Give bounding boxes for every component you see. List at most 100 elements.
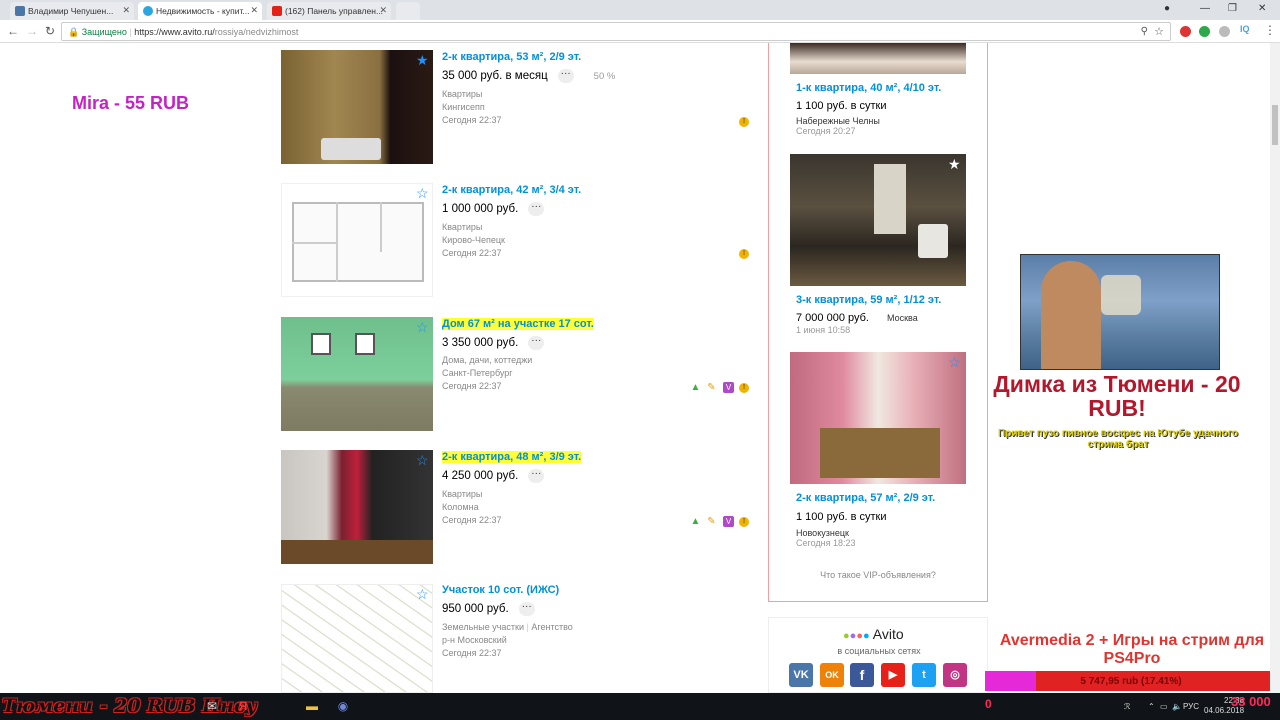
network-icon[interactable]: ▭ [1160,702,1168,711]
file-explorer-icon[interactable]: ▬ [305,699,319,713]
forward-icon[interactable]: → [26,24,38,38]
mail-icon[interactable]: ✉ [205,699,219,713]
youtube-icon[interactable]: ▶ [881,663,905,687]
vip-date: Сегодня 18:23 [796,538,856,548]
instagram-icon[interactable]: ◎ [943,663,967,687]
scrollbar-thumb[interactable] [1272,105,1278,145]
viewer-counter: 0 [985,697,992,711]
vip-photo[interactable] [790,43,966,74]
favorite-star-icon[interactable]: ☆ [416,453,430,467]
listing-agency: Агентство [531,622,573,632]
listing-price: 4 250 000 руб. ··· [442,469,545,483]
back-icon[interactable]: ← [7,24,19,38]
close-tab-icon[interactable]: ✕ [122,5,130,16]
language-indicator[interactable]: РУС [1183,702,1199,711]
close-tab-icon[interactable]: ✕ [250,5,258,16]
more-options-button[interactable]: ··· [528,202,545,216]
tab-label: Владимир Чепушен... [28,6,114,16]
volume-icon[interactable]: 🔈 [1172,702,1182,711]
secure-label: Защищено [81,27,127,37]
more-options-button[interactable]: ··· [557,69,574,83]
donation-overlay: Mira - 55 RUB [72,93,190,113]
close-tab-icon[interactable]: ✕ [379,5,387,16]
more-options-button[interactable]: ··· [518,602,535,616]
listing-meta: Квартиры Коломна Сегодня 22:37 [442,488,502,527]
favorite-star-icon[interactable]: ★ [948,157,962,171]
listing-date: Сегодня 22:37 [442,115,502,125]
extension-icon[interactable] [1219,26,1230,37]
what-is-vip-link[interactable]: Что такое VIP-объявления? [768,570,988,580]
donation-total: 33 000 [1231,694,1271,709]
avito-dots-icon: ●●●● [843,630,870,642]
vk-icon[interactable]: VK [789,663,813,687]
minimize-icon[interactable]: — [1200,3,1210,14]
close-window-icon[interactable]: ✕ [1258,3,1266,14]
extension-icon[interactable] [1199,26,1210,37]
goal-progress-text: 5 747,95 rub (17.41%) [1080,676,1182,687]
tray-chevron-icon[interactable]: ⌃ [1148,702,1155,711]
people-icon[interactable]: ℛ [1124,702,1130,711]
favorite-star-icon[interactable]: ☆ [416,587,430,601]
facebook-icon[interactable]: f [850,663,874,687]
ok-icon[interactable]: OK [820,663,844,687]
listing-photo[interactable] [281,317,433,431]
tab-bar: Владимир Чепушен... ✕ Недвижимость - куп… [0,0,1280,20]
listing-photo[interactable] [281,450,433,564]
favorite-star-icon[interactable]: ☆ [416,186,430,200]
listing-price: 35 000 руб. в месяц ··· 50 % [442,69,615,83]
reload-icon[interactable]: ↻ [45,24,55,38]
twitter-icon[interactable]: t [912,663,936,687]
maximize-icon[interactable]: ❐ [1228,3,1237,14]
menu-icon[interactable]: ⋮ [1264,23,1276,37]
vip-price: 7 000 000 руб. Москва [796,312,918,324]
listing-city: Санкт-Петербург [442,368,513,378]
listing-category: Квартиры [442,89,483,99]
vip-photo[interactable] [790,352,966,484]
listing-meta: Квартиры Кингисепп Сегодня 22:37 [442,88,502,127]
paid-service-icon: ! [739,383,749,393]
listing-title[interactable]: Участок 10 сот. (ИЖС) [442,584,559,596]
more-options-button[interactable]: ··· [528,336,545,350]
discord-icon[interactable]: ◉ [336,699,350,713]
tab-vk[interactable]: Владимир Чепушен... ✕ [10,2,134,20]
listing-meta: Земельные участки | Агентство р-н Москов… [442,622,573,658]
vip-photo[interactable] [790,154,966,286]
listing-photo[interactable] [281,183,433,297]
paid-service-icon: ! [739,117,749,127]
price-value: 950 000 руб. [442,603,509,616]
brand-name: Avito [872,626,904,642]
avito-logo[interactable]: ●●●● Avito [843,626,904,642]
listing-photo[interactable] [281,50,433,164]
extension-icon[interactable] [1180,26,1191,37]
tab-youtube[interactable]: (162) Панель управлен... ✕ [267,2,391,20]
more-options-button[interactable]: ··· [528,469,545,483]
listing-title[interactable]: Дом 67 м² на участке 17 сот. [442,318,594,330]
listing-photo[interactable] [281,584,433,693]
zoom-icon[interactable]: ⚲ [1141,26,1148,37]
vip-title[interactable]: 2-к квартира, 57 м², 2/9 эт. [796,492,935,504]
vk-icon [15,6,25,16]
yandex-browser-icon[interactable]: Я [236,699,250,713]
vip-icon: V [723,382,734,393]
listing-title[interactable]: 2-к квартира, 42 м², 3/4 эт. [442,184,581,196]
new-tab-button[interactable] [396,2,420,20]
vip-title[interactable]: 1-к квартира, 40 м², 4/10 эт. [796,82,941,94]
tab-avito[interactable]: Недвижимость - купит... ✕ [138,2,262,20]
tab-label: (162) Панель управлен... [285,6,384,16]
account-icon[interactable]: ● [1164,3,1170,14]
favorite-star-icon[interactable]: ★ [416,53,430,67]
price-value: 7 000 000 руб. [796,312,869,324]
favorite-star-icon[interactable]: ☆ [948,355,962,369]
listing-price: 950 000 руб. ··· [442,602,535,616]
listing-title[interactable]: 2-к квартира, 53 м², 2/9 эт. [442,51,581,63]
listing-title[interactable]: 2-к квартира, 48 м², 3/9 эт. [442,451,582,463]
extension-icon[interactable]: IQ [1240,24,1251,35]
goal-title: Avermedia 2 + Игры на стрим для PS4Pro [999,632,1265,667]
bookmark-star-icon[interactable]: ☆ [1154,25,1164,38]
vip-title[interactable]: 3-к квартира, 59 м², 1/12 эт. [796,294,941,306]
favorite-star-icon[interactable]: ☆ [416,320,430,334]
address-bar[interactable]: 🔒 Защищено | https://www.avito.ru/rossiy… [61,22,1171,41]
url-path: rossiya/nedvizhimost [214,27,299,37]
paid-service-icon: ! [739,517,749,527]
listing-city: р-н Московский [442,635,507,645]
